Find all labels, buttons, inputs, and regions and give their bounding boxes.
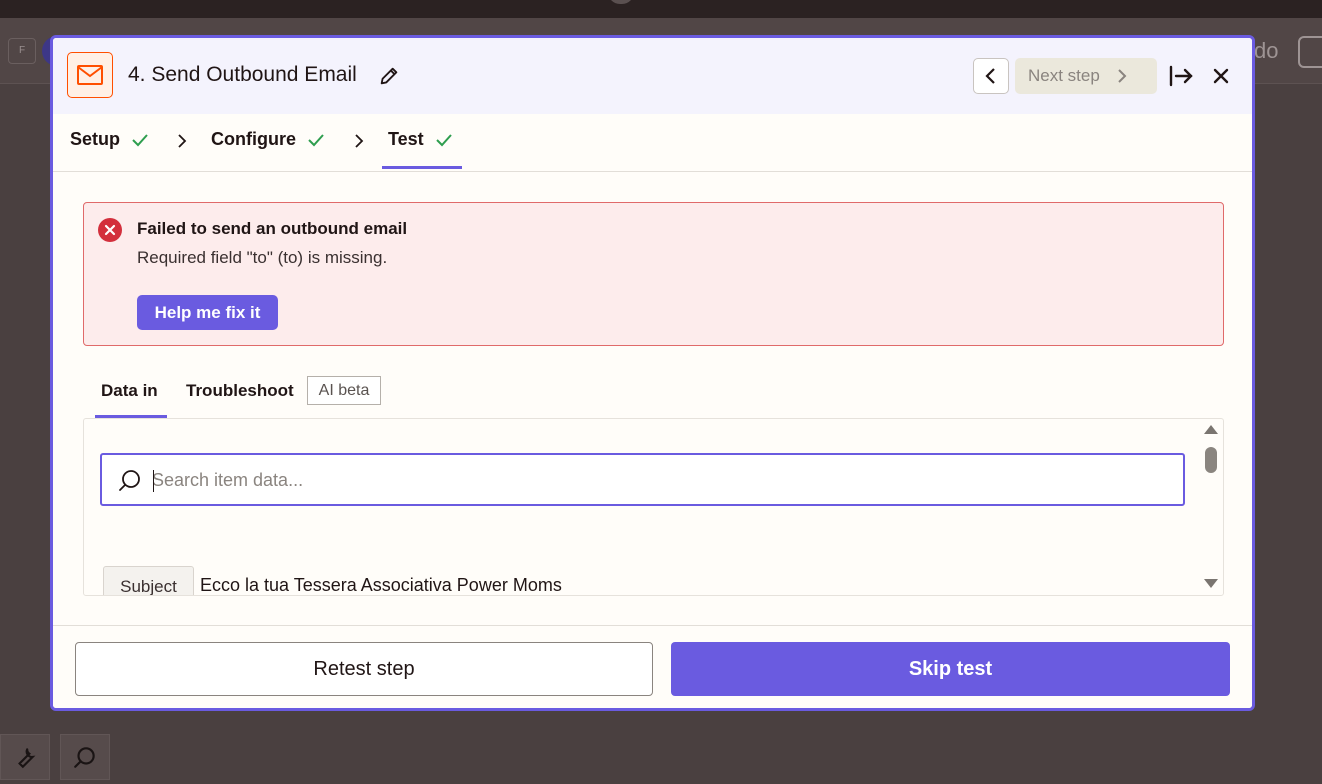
checkmark-icon <box>308 133 324 146</box>
search-input[interactable] <box>152 463 1172 497</box>
collapse-panel-button[interactable] <box>1166 62 1196 90</box>
scrollbar[interactable] <box>1200 419 1222 595</box>
wrench-icon <box>18 748 36 769</box>
tab-label: Configure <box>211 129 296 149</box>
step-editor-modal: 4. Send Outbound Email Next step Setup C… <box>50 35 1255 711</box>
previous-step-button[interactable] <box>973 58 1009 94</box>
skip-test-button[interactable]: Skip test <box>671 642 1230 696</box>
scrollbar-thumb[interactable] <box>1205 447 1217 473</box>
tab-data-in[interactable]: Data in <box>101 381 158 401</box>
error-alert: Failed to send an outbound email Require… <box>83 202 1224 346</box>
next-step-label: Next step <box>1028 66 1100 85</box>
retest-step-button[interactable]: Retest step <box>75 642 653 696</box>
data-in-panel: Subject Ecco la tua Tessera Associativa … <box>83 418 1224 596</box>
close-icon <box>1213 68 1229 84</box>
topbar-handle <box>608 0 634 4</box>
pencil-icon[interactable] <box>378 65 400 87</box>
tools-button[interactable] <box>0 734 50 780</box>
data-subtabs: Data in Troubleshoot AI beta <box>83 374 1224 419</box>
ai-beta-badge: AI beta <box>307 376 381 405</box>
next-step-button[interactable]: Next step <box>1015 58 1157 94</box>
arrow-right-to-line-icon <box>1169 65 1193 87</box>
error-title: Failed to send an outbound email <box>137 219 408 238</box>
field-value: Ecco la tua Tessera Associativa Power Mo… <box>200 575 562 595</box>
tab-label: Test <box>388 129 424 149</box>
email-app-icon <box>67 52 113 98</box>
chevron-right-icon <box>1118 69 1127 83</box>
step-tabs: Setup Configure Test <box>53 114 1252 172</box>
search-icon <box>74 747 95 768</box>
checkmark-icon <box>435 133 452 146</box>
tab-label: Setup <box>70 129 121 149</box>
chevron-right-icon <box>178 134 187 148</box>
field-key-badge: Subject <box>103 566 194 595</box>
scroll-down-arrow-icon[interactable] <box>1204 579 1218 588</box>
search-icon <box>119 470 140 491</box>
background-chip: F <box>8 38 36 64</box>
scroll-up-arrow-icon[interactable] <box>1204 425 1218 434</box>
close-button[interactable] <box>1206 62 1236 90</box>
active-tab-indicator <box>382 166 462 169</box>
help-me-fix-button[interactable]: Help me fix it <box>137 295 278 330</box>
history-icon <box>1298 36 1322 68</box>
app-topbar <box>0 0 1322 18</box>
tab-troubleshoot[interactable]: Troubleshoot <box>186 381 294 401</box>
background-title-fragment: do <box>1254 38 1279 63</box>
error-message: Required field "to" (to) is missing. <box>137 248 388 267</box>
tab-test[interactable]: Test <box>388 129 454 150</box>
error-icon <box>98 218 122 242</box>
chevron-right-icon <box>355 134 364 148</box>
tab-setup[interactable]: Setup <box>70 129 150 150</box>
search-field[interactable] <box>100 453 1185 506</box>
step-title: 4. Send Outbound Email <box>128 63 357 86</box>
tab-configure[interactable]: Configure <box>211 129 326 150</box>
modal-footer: Retest step Skip test <box>53 625 1252 708</box>
chevron-left-icon <box>985 68 995 84</box>
search-tool-button[interactable] <box>60 734 110 780</box>
checkmark-icon <box>132 133 148 146</box>
text-cursor <box>153 470 154 492</box>
modal-header: 4. Send Outbound Email Next step <box>53 38 1252 114</box>
